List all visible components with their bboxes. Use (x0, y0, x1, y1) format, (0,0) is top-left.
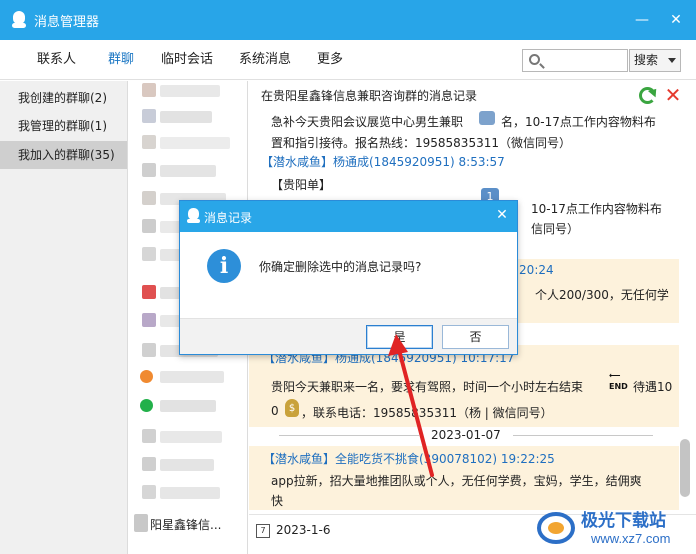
category-managed-groups[interactable]: 我管理的群聊(1) (0, 112, 127, 140)
group-avatar (142, 247, 156, 261)
group-name-obscured (160, 137, 230, 149)
watermark-logo-icon (537, 512, 575, 544)
tab-temp-session[interactable]: 临时会话 (161, 40, 213, 80)
refresh-icon[interactable] (639, 87, 656, 104)
message-text: 个人200/300，无任何学 (535, 288, 669, 302)
group-avatar (142, 343, 156, 357)
message-text: 【贵阳单】 (271, 178, 332, 192)
group-name-obscured (160, 431, 222, 443)
watermark-url: www.xz7.com (591, 531, 671, 546)
delete-icon[interactable]: ✕ (663, 85, 683, 105)
window-title: 消息管理器 (34, 14, 100, 30)
message-text: 待遇10 (633, 380, 673, 394)
dialog-titlebar: 消息记录 ✕ (180, 201, 517, 232)
message-text: 10-17点工作内容物料布 (531, 202, 662, 216)
date-picker-value[interactable]: 2023-1-6 (276, 523, 330, 537)
group-avatar (142, 163, 156, 177)
dialog-close-button[interactable]: ✕ (494, 207, 510, 223)
search-input[interactable] (545, 51, 625, 70)
group-name-obscured (160, 400, 216, 412)
group-avatar (142, 485, 156, 499)
search-box (522, 49, 628, 72)
search-icon (529, 54, 540, 65)
dialog-message: 你确定删除选中的消息记录吗? (259, 260, 422, 274)
group-avatar (142, 191, 156, 205)
message-sender: 【潜水咸鱼】杨通成(1845920951) 8:53:57 (261, 155, 505, 169)
group-name-obscured (160, 111, 212, 123)
penguin-icon (12, 11, 26, 29)
group-avatar (140, 399, 153, 412)
calendar-icon[interactable]: 7 (256, 524, 270, 538)
message-text: 0 (271, 404, 279, 418)
watermark-text: 极光下载站 (581, 511, 666, 531)
dialog-footer: 是 否 (180, 318, 517, 354)
search-button-label: 搜索 (634, 53, 659, 67)
message-text: 置和指引接待。报名热线：19585835311（微信同号） (271, 136, 571, 150)
search-button[interactable]: 搜索 (629, 49, 681, 72)
confirm-dialog: 消息记录 ✕ i 你确定删除选中的消息记录吗? 是 否 (179, 200, 518, 355)
divider (513, 435, 653, 436)
group-name-obscured (160, 459, 214, 471)
scrollbar[interactable] (680, 439, 690, 497)
group-avatar (142, 313, 156, 327)
message-header: 在贵阳星鑫锋信息兼职咨询群的消息记录 (261, 89, 478, 103)
group-name-obscured (160, 165, 216, 177)
emoji-icon (479, 111, 495, 125)
message-text: 信同号） (531, 222, 580, 236)
group-avatar (134, 514, 148, 532)
group-avatar (142, 285, 156, 299)
annotation-arrow-icon (388, 334, 434, 477)
group-item-label[interactable]: 阳星鑫锋信... (150, 514, 247, 536)
group-avatar (142, 457, 156, 471)
tab-group-chat[interactable]: 群聊 (108, 40, 134, 80)
message-time: :20:24 (515, 263, 554, 277)
dialog-title: 消息记录 (204, 211, 253, 225)
penguin-icon (187, 208, 200, 224)
message-text: 急补今天贵阳会议展览中心男生兼职 (271, 115, 464, 129)
end-label: END (609, 382, 628, 391)
message-text: 快 (271, 494, 284, 508)
group-name-obscured (160, 487, 220, 499)
money-bag-icon: $ (285, 399, 299, 417)
end-arrow-icon: ⟵ (609, 371, 621, 380)
group-name-obscured (160, 85, 220, 97)
watermark: 极光下载站 www.xz7.com (536, 504, 696, 554)
tab-system-messages[interactable]: 系统消息 (239, 40, 291, 80)
message-text: app拉新，招大量地推团队或个人，无任何学费，宝妈，学生，结佣爽 (271, 474, 642, 488)
info-icon: i (207, 249, 241, 283)
group-avatar (142, 109, 156, 123)
group-avatar (142, 429, 156, 443)
category-joined-groups[interactable]: 我加入的群聊(35) (0, 141, 127, 169)
chevron-down-icon[interactable] (668, 58, 676, 63)
dialog-body: i 你确定删除选中的消息记录吗? (180, 232, 517, 318)
message-text: 名，10-17点工作内容物料布 (501, 115, 656, 129)
confirm-no-button[interactable]: 否 (442, 325, 509, 349)
group-avatar (142, 135, 156, 149)
category-created-groups[interactable]: 我创建的群聊(2) (0, 84, 127, 112)
group-avatar (142, 219, 156, 233)
tab-more[interactable]: 更多 (317, 40, 343, 80)
group-avatar (140, 370, 153, 383)
group-avatar (142, 83, 156, 97)
group-name-obscured (160, 371, 224, 383)
window-titlebar: 消息管理器 — ✕ (0, 0, 696, 40)
category-panel: 我创建的群聊(2) 我管理的群聊(1) 我加入的群聊(35) (0, 81, 128, 554)
minimize-button[interactable]: — (632, 10, 652, 30)
tab-contacts[interactable]: 联系人 (37, 40, 76, 80)
close-button[interactable]: ✕ (666, 10, 686, 30)
